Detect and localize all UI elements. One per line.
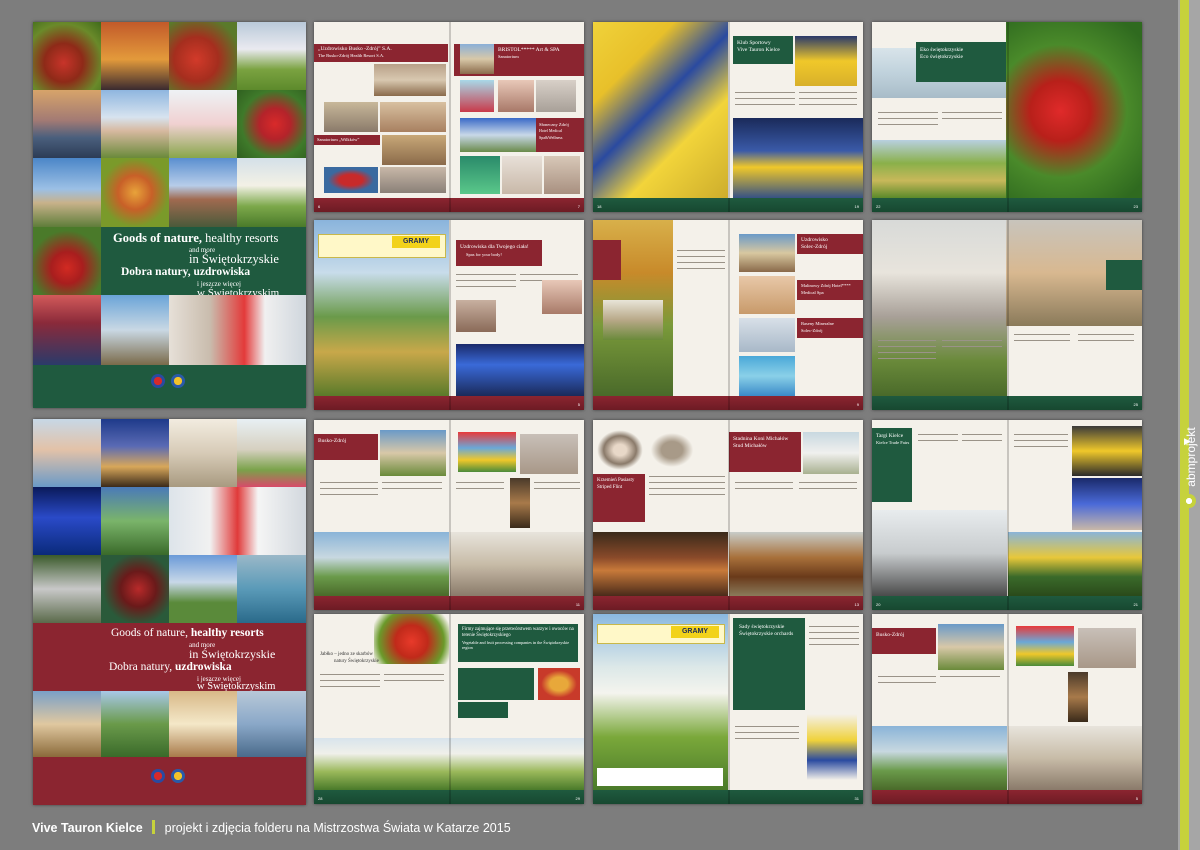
spread-solec: Uzdrowisko Solec-Zdrój Malinowy Zdrój Ho… <box>593 220 863 410</box>
cover2-title-pl-1a: Dobra natury, <box>109 661 173 673</box>
spread5-box-title-4: Medical Spa <box>801 290 824 295</box>
page-number: 19 <box>854 204 859 209</box>
spread-vive-tauron: Klub Sportowy Vive Tauron Kielce 18 19 <box>593 22 863 212</box>
spread12-box-title: Busko-Zdrój <box>876 632 905 638</box>
spread3-box-title-1: Eko świętokrzyskie <box>920 47 964 53</box>
spread7-box-title: Busko-Zdrój <box>318 438 347 444</box>
spread1-right-sub: Sanatorium <box>498 54 519 59</box>
region-crest-icon <box>151 374 165 388</box>
page-number: 29 <box>575 796 580 801</box>
region-crest-icon <box>151 769 165 783</box>
cover2-title-block: Goods of nature, healthy resorts and mor… <box>101 623 306 692</box>
spread5-box-title-3: Malinowy Zdrój Hotel**** <box>801 283 851 288</box>
abmprojekt-logo: abmprojekt <box>1176 420 1200 520</box>
spread1-right-sub2: Hotel Medical Spa&Wellness <box>539 128 563 140</box>
spread-orchards: GRAMY Sady świętokrzyskie Świętokrzyskie… <box>593 614 863 804</box>
handball-club-logo-icon <box>171 769 185 783</box>
handball-club-logo-icon <box>171 374 185 388</box>
cover-maroon: Goods of nature, healthy resorts and mor… <box>33 419 306 805</box>
page-number: 7 <box>577 204 580 209</box>
page-number: 25 <box>1133 402 1138 407</box>
ad-brand-gramy: GRAMY <box>671 626 719 638</box>
spread11-box-title-1: Sady świętokrzyskie <box>739 624 785 630</box>
cover2-title-en-3: in Świętokrzyskie <box>189 647 276 661</box>
spread-spas: GRAMY Uzdrowiska dla Twojego ciała! Spas… <box>314 220 584 410</box>
cover-photo-mosaic <box>33 22 306 227</box>
spread10-box-sub: Vegetable and fruit processing companies… <box>462 640 570 650</box>
page-number: 28 <box>318 796 323 801</box>
spread8-box-title-4: Stud Michałów <box>733 443 767 449</box>
cover2-title-pl-1b: uzdrowiska <box>175 661 232 673</box>
caption-title: Vive Tauron Kielce <box>32 821 143 835</box>
spread2-box-title-2: Vive Tauron Kielce <box>737 47 780 53</box>
spread1-right-title: BRISTOL***** Art & SPA <box>498 47 560 53</box>
brand-side-strip: abmprojekt ▶ <box>1178 0 1200 850</box>
cover-title-block: Goods of nature, healthy resorts and mor… <box>101 227 306 301</box>
caption-bar: Vive Tauron Kielce projekt i zdjęcia fol… <box>32 820 511 838</box>
page-number: 21 <box>1133 602 1138 607</box>
cover-green: Goods of nature, healthy resorts and mor… <box>33 22 306 408</box>
spread1-left-sub: The Busko-Zdrój Health Resort S.A. <box>318 53 385 58</box>
spread8-box-title-3: Stadnina Koni Michałów <box>733 436 789 442</box>
spread5-box-title-6: Solec-Zdrój <box>801 328 823 333</box>
caption-subtitle: projekt i zdjęcia folderu na Mistrzostwa… <box>164 821 511 835</box>
spread4-box-sub: Spas for your body! <box>466 252 502 257</box>
spread1-left-title2: Sanatorium „Wilkków” <box>317 137 360 142</box>
page-number: 11 <box>575 602 580 607</box>
spread5-box-title-5: Baseny Mineralne <box>801 321 834 326</box>
cover-title-en-3: in Świętokrzyskie <box>189 252 279 266</box>
page-number: 23 <box>1133 204 1138 209</box>
spread10-left-head-1: Jabłko – jedno ze skarbów <box>320 652 374 657</box>
page-number: 22 <box>876 204 881 209</box>
next-arrow-icon[interactable]: ▶ <box>1184 436 1191 447</box>
caption-separator <box>152 820 156 834</box>
page-number: 13 <box>854 602 859 607</box>
cover-title-pl-1: Dobra natury, uzdrowiska <box>121 266 251 278</box>
spread-targi: Targi Kielce Kielce Trade Fairs 20 21 <box>872 420 1142 610</box>
page-number: 20 <box>876 602 881 607</box>
spread5-box-title-2: Solec-Zdrój <box>801 244 828 250</box>
cover2-title-en-1: Goods of nature, <box>111 627 188 639</box>
spread-spa-hotels: „Uzdrowisko Busko -Zdrój” S.A. The Busko… <box>314 22 584 212</box>
spread-flint-stud: Krzemień Pasiasty Striped Flint Stadnina… <box>593 420 863 610</box>
spread8-box-title-2: Striped Flint <box>597 485 623 490</box>
spread-eco: Eko świętokrzyskie Eco świętokrzyskie 22… <box>872 22 1142 212</box>
page-number: 9 <box>856 402 859 407</box>
cover-bottom-photos <box>33 295 306 365</box>
spread8-box-title-1: Krzemień Pasiasty <box>597 478 635 483</box>
page-number: 18 <box>597 204 602 209</box>
spread5-box-title-1: Uzdrowisko <box>801 237 828 243</box>
spread11-box-title-2: Świętokrzyskie orchards <box>739 631 794 637</box>
spread10-left-head-2: natury Świętokrzyskie <box>334 659 379 664</box>
spread-busko: Busko-Zdrój 11 <box>314 420 584 610</box>
page-number: 31 <box>854 796 859 801</box>
abmprojekt-text: abmprojekt <box>1184 427 1198 487</box>
spread3-box-title-2: Eco świętokrzyskie <box>920 54 963 60</box>
cover-title-en-1b: healthy resorts <box>205 231 279 245</box>
spread10-box-title: Firmy zajmujące się przetwórstwem warzyw… <box>462 627 574 638</box>
spread2-box-title-1: Klub Sportowy <box>737 40 771 46</box>
cover2-title-en-1b: healthy resorts <box>190 627 264 639</box>
spread-busko-2: Busko-Zdrój 5 <box>872 614 1142 804</box>
spread9-box-title-2: Kielce Trade Fairs <box>876 440 910 445</box>
spread4-box-title: Uzdrowiska dla Twojego ciała! <box>460 244 529 250</box>
cover-title-en-1: Goods of nature, <box>113 231 203 245</box>
spread-goats: 25 <box>872 220 1142 410</box>
spread-apples: Jabłko – jedno ze skarbów natury Świętok… <box>314 614 584 804</box>
spread1-left-title: „Uzdrowisko Busko -Zdrój” S.A. <box>318 46 392 52</box>
page-number: 6 <box>318 204 321 209</box>
spread9-box-title-1: Targi Kielce <box>876 433 904 439</box>
page-number: 5 <box>1135 796 1138 801</box>
ad-brand-gramy: GRAMY <box>392 236 440 248</box>
page-number: 5 <box>577 402 580 407</box>
